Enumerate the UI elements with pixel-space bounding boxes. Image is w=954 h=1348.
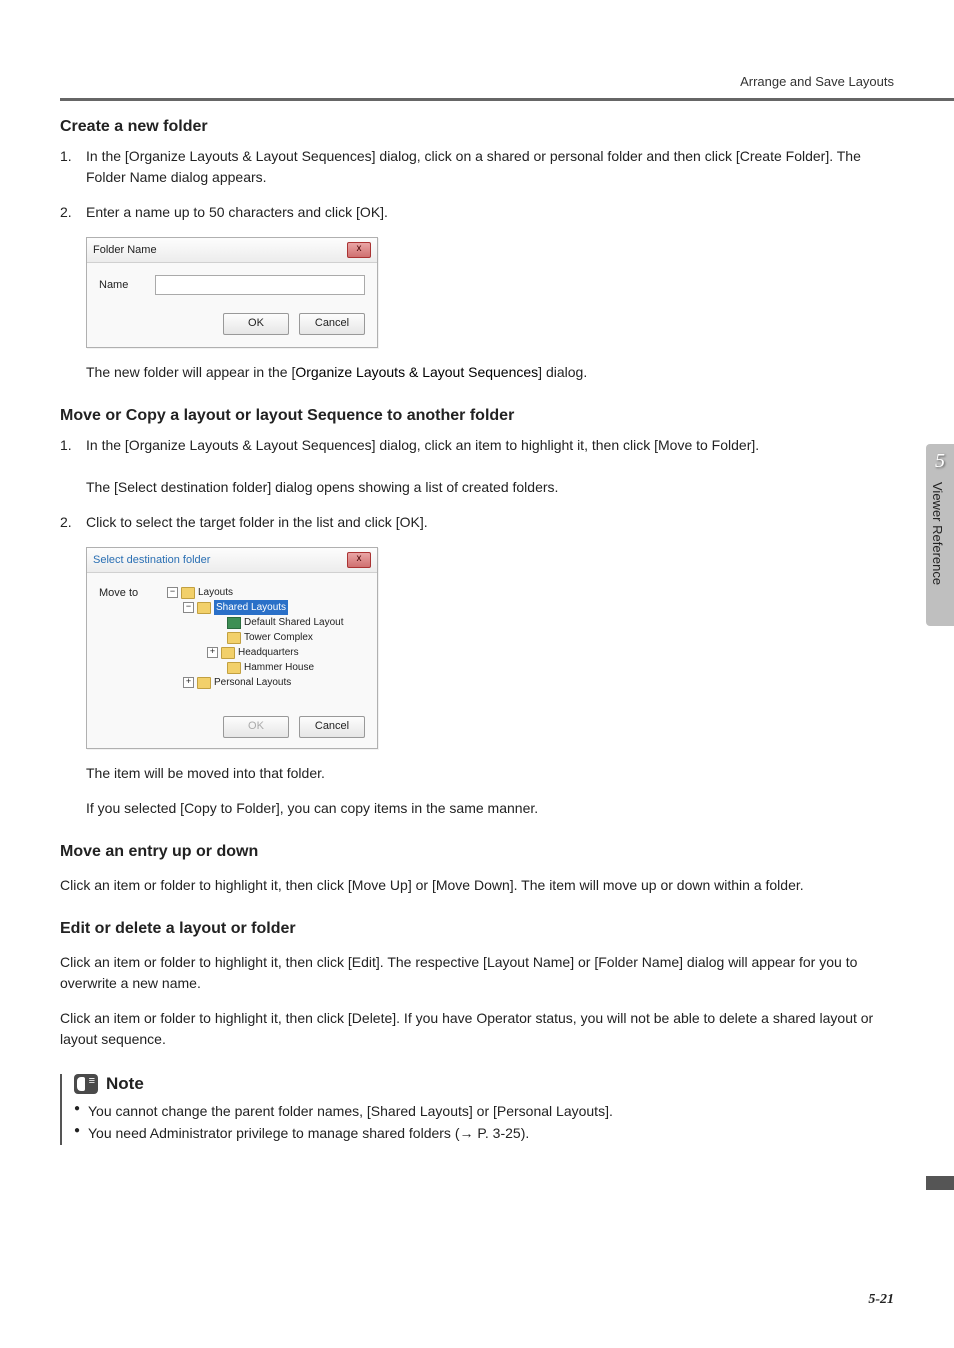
create-folder-steps: 1. In the [Organize Layouts & Layout Seq… xyxy=(60,146,894,223)
text-bold: Move Up xyxy=(352,877,408,893)
tree-node-selected[interactable]: Shared Layouts xyxy=(214,600,288,615)
tree-node[interactable]: Headquarters xyxy=(238,645,299,660)
text: ]. The item will move up or down within … xyxy=(510,877,804,893)
text-bold: Move Down xyxy=(436,877,510,893)
text: ] or [ xyxy=(570,954,598,970)
folder-icon xyxy=(197,602,211,614)
paragraph: Click an item or folder to highlight it,… xyxy=(60,952,894,994)
section-move-copy-title: Move or Copy a layout or layout Sequence… xyxy=(60,407,894,425)
chapter-tab: 5 Viewer Reference xyxy=(926,444,954,626)
text: Click an item or folder to highlight it,… xyxy=(60,877,352,893)
folder-tree[interactable]: −Layouts −Shared Layouts Default Shared … xyxy=(167,585,344,690)
text: You cannot change the parent folder name… xyxy=(88,1103,371,1119)
tree-toggle[interactable]: + xyxy=(183,677,194,688)
name-label: Name xyxy=(99,279,141,291)
note-box: Note You cannot change the parent folder… xyxy=(60,1074,894,1145)
text-bold: Edit xyxy=(352,954,376,970)
folder-icon xyxy=(227,632,241,644)
tree-toggle[interactable]: − xyxy=(167,587,178,598)
after-text: If you selected [Copy to Folder], you ca… xyxy=(86,798,894,819)
tree-node[interactable]: Hammer House xyxy=(244,660,314,675)
text: ], you can copy items in the same manner… xyxy=(276,800,538,816)
name-input[interactable] xyxy=(155,275,365,295)
folder-icon xyxy=(197,677,211,689)
main-content: Create a new folder 1. In the [Organize … xyxy=(60,118,894,1145)
step-number: 2. xyxy=(60,202,86,223)
text-bold: Copy to Folder xyxy=(184,800,276,816)
text-bold: Shared Layouts xyxy=(371,1103,469,1119)
section-move-entry-title: Move an entry up or down xyxy=(60,843,894,861)
folder-icon xyxy=(221,647,235,659)
step-text: In the [Organize Layouts & Layout Sequen… xyxy=(86,435,894,498)
note-item: You need Administrator privilege to mana… xyxy=(74,1122,894,1144)
text: Click an item or folder to highlight it,… xyxy=(60,1010,352,1026)
note-title: Note xyxy=(106,1074,144,1094)
text: ]. The respective [ xyxy=(376,954,487,970)
text: ] or [ xyxy=(408,877,436,893)
text-bold: Select destination folder xyxy=(118,479,267,495)
dialog-title: Select destination folder xyxy=(93,554,210,566)
header-rule xyxy=(60,98,954,101)
text-bold: Delete xyxy=(352,1010,392,1026)
text: If you selected [ xyxy=(86,800,184,816)
close-icon[interactable]: x xyxy=(347,552,371,568)
text: Click an item or folder to highlight it,… xyxy=(60,954,352,970)
text-bold: Organize Layouts & Layout Sequences xyxy=(295,364,538,380)
tree-node[interactable]: Tower Complex xyxy=(244,630,313,645)
tree-node[interactable]: Layouts xyxy=(198,585,233,600)
step-text: Click to select the target folder in the… xyxy=(86,512,894,533)
ok-button[interactable]: OK xyxy=(223,716,289,738)
folder-name-dialog: Folder Name x Name OK Cancel xyxy=(86,237,378,348)
dialog-title: Folder Name xyxy=(93,244,157,256)
folder-icon xyxy=(227,662,241,674)
chapter-number: 5 xyxy=(926,450,954,473)
cancel-button[interactable]: Cancel xyxy=(299,716,365,738)
text: The [ xyxy=(86,479,118,495)
text-bold: Personal Layouts xyxy=(497,1103,605,1119)
section-create-folder-title: Create a new folder xyxy=(60,118,894,136)
page-number: 5-21 xyxy=(868,1292,894,1308)
chapter-label: Viewer Reference xyxy=(930,482,945,585)
layout-icon xyxy=(227,617,241,629)
text: ] or [ xyxy=(469,1103,497,1119)
after-text: The item will be moved into that folder. xyxy=(86,763,894,784)
tree-toggle[interactable]: + xyxy=(207,647,218,658)
header-breadcrumb: Arrange and Save Layouts xyxy=(740,74,894,89)
step-text: Enter a name up to 50 characters and cli… xyxy=(86,202,894,223)
folder-icon xyxy=(181,587,195,599)
text: ] dialog opens showing a list of created… xyxy=(267,479,558,495)
text-bold: Layout Name xyxy=(487,954,570,970)
side-marker xyxy=(926,1176,954,1190)
after-text: The new folder will appear in the [Organ… xyxy=(86,362,894,383)
text: ]. xyxy=(605,1103,613,1119)
ok-button[interactable]: OK xyxy=(223,313,289,335)
step-text: In the [Organize Layouts & Layout Sequen… xyxy=(86,146,894,188)
step-number: 1. xyxy=(60,146,86,188)
cancel-button[interactable]: Cancel xyxy=(299,313,365,335)
step-number: 1. xyxy=(60,435,86,498)
select-destination-dialog: Select destination folder x Move to −Lay… xyxy=(86,547,378,749)
tree-toggle[interactable]: − xyxy=(183,602,194,613)
note-item: You cannot change the parent folder name… xyxy=(74,1100,894,1122)
move-copy-steps: 1. In the [Organize Layouts & Layout Seq… xyxy=(60,435,894,533)
move-to-label: Move to xyxy=(99,585,153,690)
paragraph: Click an item or folder to highlight it,… xyxy=(60,875,894,896)
tree-node[interactable]: Personal Layouts xyxy=(214,675,291,690)
paragraph: Click an item or folder to highlight it,… xyxy=(60,1008,894,1050)
text: ] dialog. xyxy=(538,364,587,380)
text: In the [Organize Layouts & Layout Sequen… xyxy=(86,437,759,453)
step-number: 2. xyxy=(60,512,86,533)
text: The new folder will appear in the [ xyxy=(86,364,295,380)
close-icon[interactable]: x xyxy=(347,242,371,258)
text-bold: Folder Name xyxy=(598,954,679,970)
section-edit-delete-title: Edit or delete a layout or folder xyxy=(60,920,894,938)
tree-node[interactable]: Default Shared Layout xyxy=(244,615,344,630)
note-icon xyxy=(74,1074,98,1094)
